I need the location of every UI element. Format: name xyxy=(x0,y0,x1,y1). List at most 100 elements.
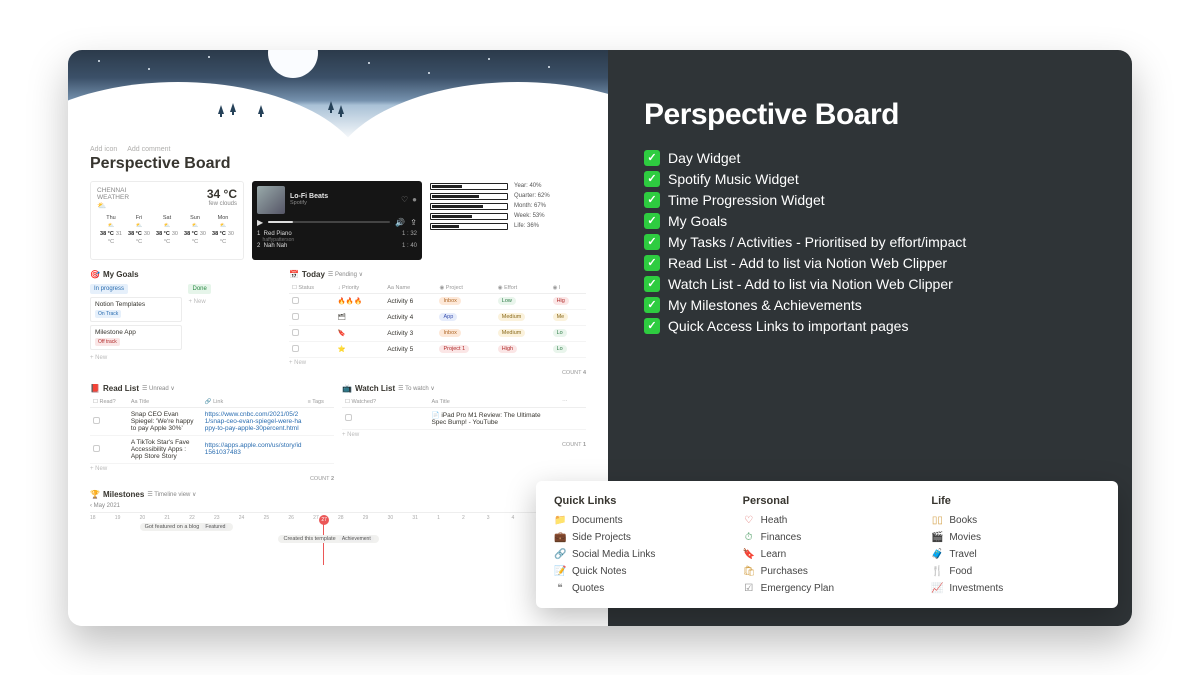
watchlist-table: ☐ Watched? Aa Title ⋯ 📄 iPad Pro M1 Revi… xyxy=(342,397,586,430)
table-row[interactable]: ⭐Activity 5Project 1HighLo xyxy=(289,341,586,357)
view-selector[interactable]: ☰ Timeline view ∨ xyxy=(147,491,196,498)
new-goal-button[interactable]: + New xyxy=(90,353,182,363)
quicklinks-column: Life ▯▯Books 🎬Movies 🧳Travel 🍴Food 📈Investmen… xyxy=(931,495,1100,594)
feature-item: ✓My Milestones & Achievements xyxy=(644,297,1096,313)
weather-day: Mon⛅38 °C30 °C xyxy=(209,214,237,247)
weather-location: CHENNAI xyxy=(97,187,129,194)
quicklink-item[interactable]: ☑Emergency Plan xyxy=(743,583,912,594)
table-row[interactable]: 🔥🔥🔥Activity 6InboxLowHig xyxy=(289,293,586,309)
quicklinks-heading: Life xyxy=(931,495,1100,507)
weather-day: Fri⛅38 °C30 °C xyxy=(125,214,153,247)
quicklink-item[interactable]: ▯▯Books xyxy=(931,515,1100,526)
time-progress-widget: Year: 40%Quarter: 62%Month: 67%Week: 53%… xyxy=(430,181,586,260)
new-task-button[interactable]: + New xyxy=(289,358,586,368)
view-selector[interactable]: ☰ Unread ∨ xyxy=(142,385,175,392)
progress-row: Year: 40% xyxy=(430,183,586,190)
spotify-icon: ● xyxy=(412,195,417,204)
book-icon: 📕 xyxy=(90,384,100,393)
weather-temp: 34 °C xyxy=(207,187,237,201)
link-icon: ❝ xyxy=(554,583,566,594)
view-selector[interactable]: ☰ Pending ∨ xyxy=(328,271,363,278)
view-selector[interactable]: ☰ To watch ∨ xyxy=(398,385,435,392)
quicklink-item[interactable]: 🔗Social Media Links xyxy=(554,549,723,560)
readlist-section: 📕 Read List ☰ Unread ∨ ☐ Read? Aa Title … xyxy=(90,384,334,482)
play-button[interactable]: ▶ xyxy=(257,218,263,227)
quicklink-item[interactable]: 📁Documents xyxy=(554,515,723,526)
calendar-icon: 📅 xyxy=(289,270,299,279)
cover-image xyxy=(68,50,608,142)
goal-card[interactable]: Notion TemplatesOn Track xyxy=(90,297,182,322)
progress-row: Quarter: 62% xyxy=(430,193,586,200)
checkbox[interactable] xyxy=(345,414,352,421)
table-row[interactable]: 🔖Activity 3InboxMediumLo xyxy=(289,325,586,341)
quick-links-overlay: Quick Links📁Documents💼Side Projects🔗Soci… xyxy=(536,481,1118,608)
share-icon[interactable]: ⇪ xyxy=(410,218,417,227)
link-icon: ♡ xyxy=(743,515,755,526)
quicklink-item[interactable]: 🛍Purchases xyxy=(743,566,912,577)
new-watch-button[interactable]: + New xyxy=(342,430,586,440)
quicklink-item[interactable]: 📝Quick Notes xyxy=(554,566,723,577)
table-row[interactable]: 📄 iPad Pro M1 Review: The Ultimate Spec … xyxy=(342,407,586,429)
quicklinks-column: Personal ♡Heath ⏱Finances 🔖Learn 🛍Purchases ☑… xyxy=(743,495,912,594)
weather-widget: CHENNAI WEATHER ⛅ 34 °C few clouds Thu⛅3… xyxy=(90,181,244,260)
quicklink-item[interactable]: ❝Quotes xyxy=(554,583,723,594)
quicklink-item[interactable]: 🎬Movies xyxy=(931,532,1100,543)
notion-page: Add icon Add comment Perspective Board C… xyxy=(68,50,608,626)
page-title: Perspective Board xyxy=(68,153,608,181)
new-read-button[interactable]: + New xyxy=(90,464,334,474)
tv-icon: 📺 xyxy=(342,384,352,393)
readlist-table: ☐ Read? Aa Title 🔗 Link ≡ Tags Snap CEO … xyxy=(90,397,334,464)
link-icon: 🎬 xyxy=(931,532,943,543)
link-icon: ▯▯ xyxy=(931,515,943,526)
link-icon: 🧳 xyxy=(931,549,943,560)
check-icon: ✓ xyxy=(644,192,660,208)
milestone-item[interactable]: Created this template Achievement xyxy=(278,535,378,543)
progress-bar[interactable] xyxy=(268,221,390,223)
spotify-track[interactable]: 1 Red Piano haffypatterson1 : 32 xyxy=(257,231,417,243)
quicklink-item[interactable]: 🧳Travel xyxy=(931,549,1100,560)
goals-col-inprogress[interactable]: In progress xyxy=(90,284,128,294)
quicklinks-heading: Personal xyxy=(743,495,912,507)
table-row[interactable]: A TikTok Star's Fave Accessibility Apps … xyxy=(90,435,334,463)
feature-item: ✓My Tasks / Activities - Prioritised by … xyxy=(644,234,1096,250)
link-icon: 📈 xyxy=(931,583,943,594)
milestones-section: 🏆 Milestones ☰ Timeline view ∨ ‹ May 202… xyxy=(68,490,608,547)
quicklink-item[interactable]: 📈Investments xyxy=(931,583,1100,594)
watchlist-section: 📺 Watch List ☰ To watch ∨ ☐ Watched? Aa … xyxy=(342,384,586,482)
table-row[interactable]: 🗂Activity 4AppMediumMe xyxy=(289,309,586,325)
trophy-icon: 🏆 xyxy=(90,490,100,499)
checkbox[interactable] xyxy=(93,445,100,452)
quicklink-item[interactable]: 🍴Food xyxy=(931,566,1100,577)
quicklink-item[interactable]: ⏱Finances xyxy=(743,532,912,543)
volume-icon[interactable]: 🔊 xyxy=(395,218,405,227)
check-icon: ✓ xyxy=(644,213,660,229)
quicklink-item[interactable]: ♡Heath xyxy=(743,515,912,526)
add-icon-button[interactable]: Add icon xyxy=(90,146,117,153)
feature-item: ✓Quick Access Links to important pages xyxy=(644,318,1096,334)
goals-col-done[interactable]: Done xyxy=(188,284,210,294)
quicklink-item[interactable]: 💼Side Projects xyxy=(554,532,723,543)
checkbox[interactable] xyxy=(292,329,299,336)
link-icon: ☑ xyxy=(743,583,755,594)
table-row[interactable]: Snap CEO Evan Spiegel: 'We're happy to p… xyxy=(90,407,334,435)
checkbox[interactable] xyxy=(292,297,299,304)
checkbox[interactable] xyxy=(292,313,299,320)
link-icon: 🔖 xyxy=(743,549,755,560)
goal-card[interactable]: Milestone AppOff track xyxy=(90,325,182,350)
add-comment-button[interactable]: Add comment xyxy=(127,146,170,153)
heart-icon[interactable]: ♡ xyxy=(401,195,408,204)
moon-icon xyxy=(268,50,318,78)
checkbox[interactable] xyxy=(292,345,299,352)
link-icon: ⏱ xyxy=(743,532,755,543)
link-icon: 🛍 xyxy=(743,566,755,577)
spotify-track[interactable]: 2 Nah Nah 1 : 40 xyxy=(257,243,417,255)
new-goal-button[interactable]: + New xyxy=(188,297,280,307)
quicklink-item[interactable]: 🔖Learn xyxy=(743,549,912,560)
check-icon: ✓ xyxy=(644,255,660,271)
feature-item: ✓Time Progression Widget xyxy=(644,192,1096,208)
link-icon: 📝 xyxy=(554,566,566,577)
milestone-item[interactable]: Got featured on a blog Featured xyxy=(140,523,234,531)
goals-section: 🎯 My Goals In progress Notion TemplatesO… xyxy=(90,270,281,376)
link-icon: 💼 xyxy=(554,532,566,543)
checkbox[interactable] xyxy=(93,417,100,424)
